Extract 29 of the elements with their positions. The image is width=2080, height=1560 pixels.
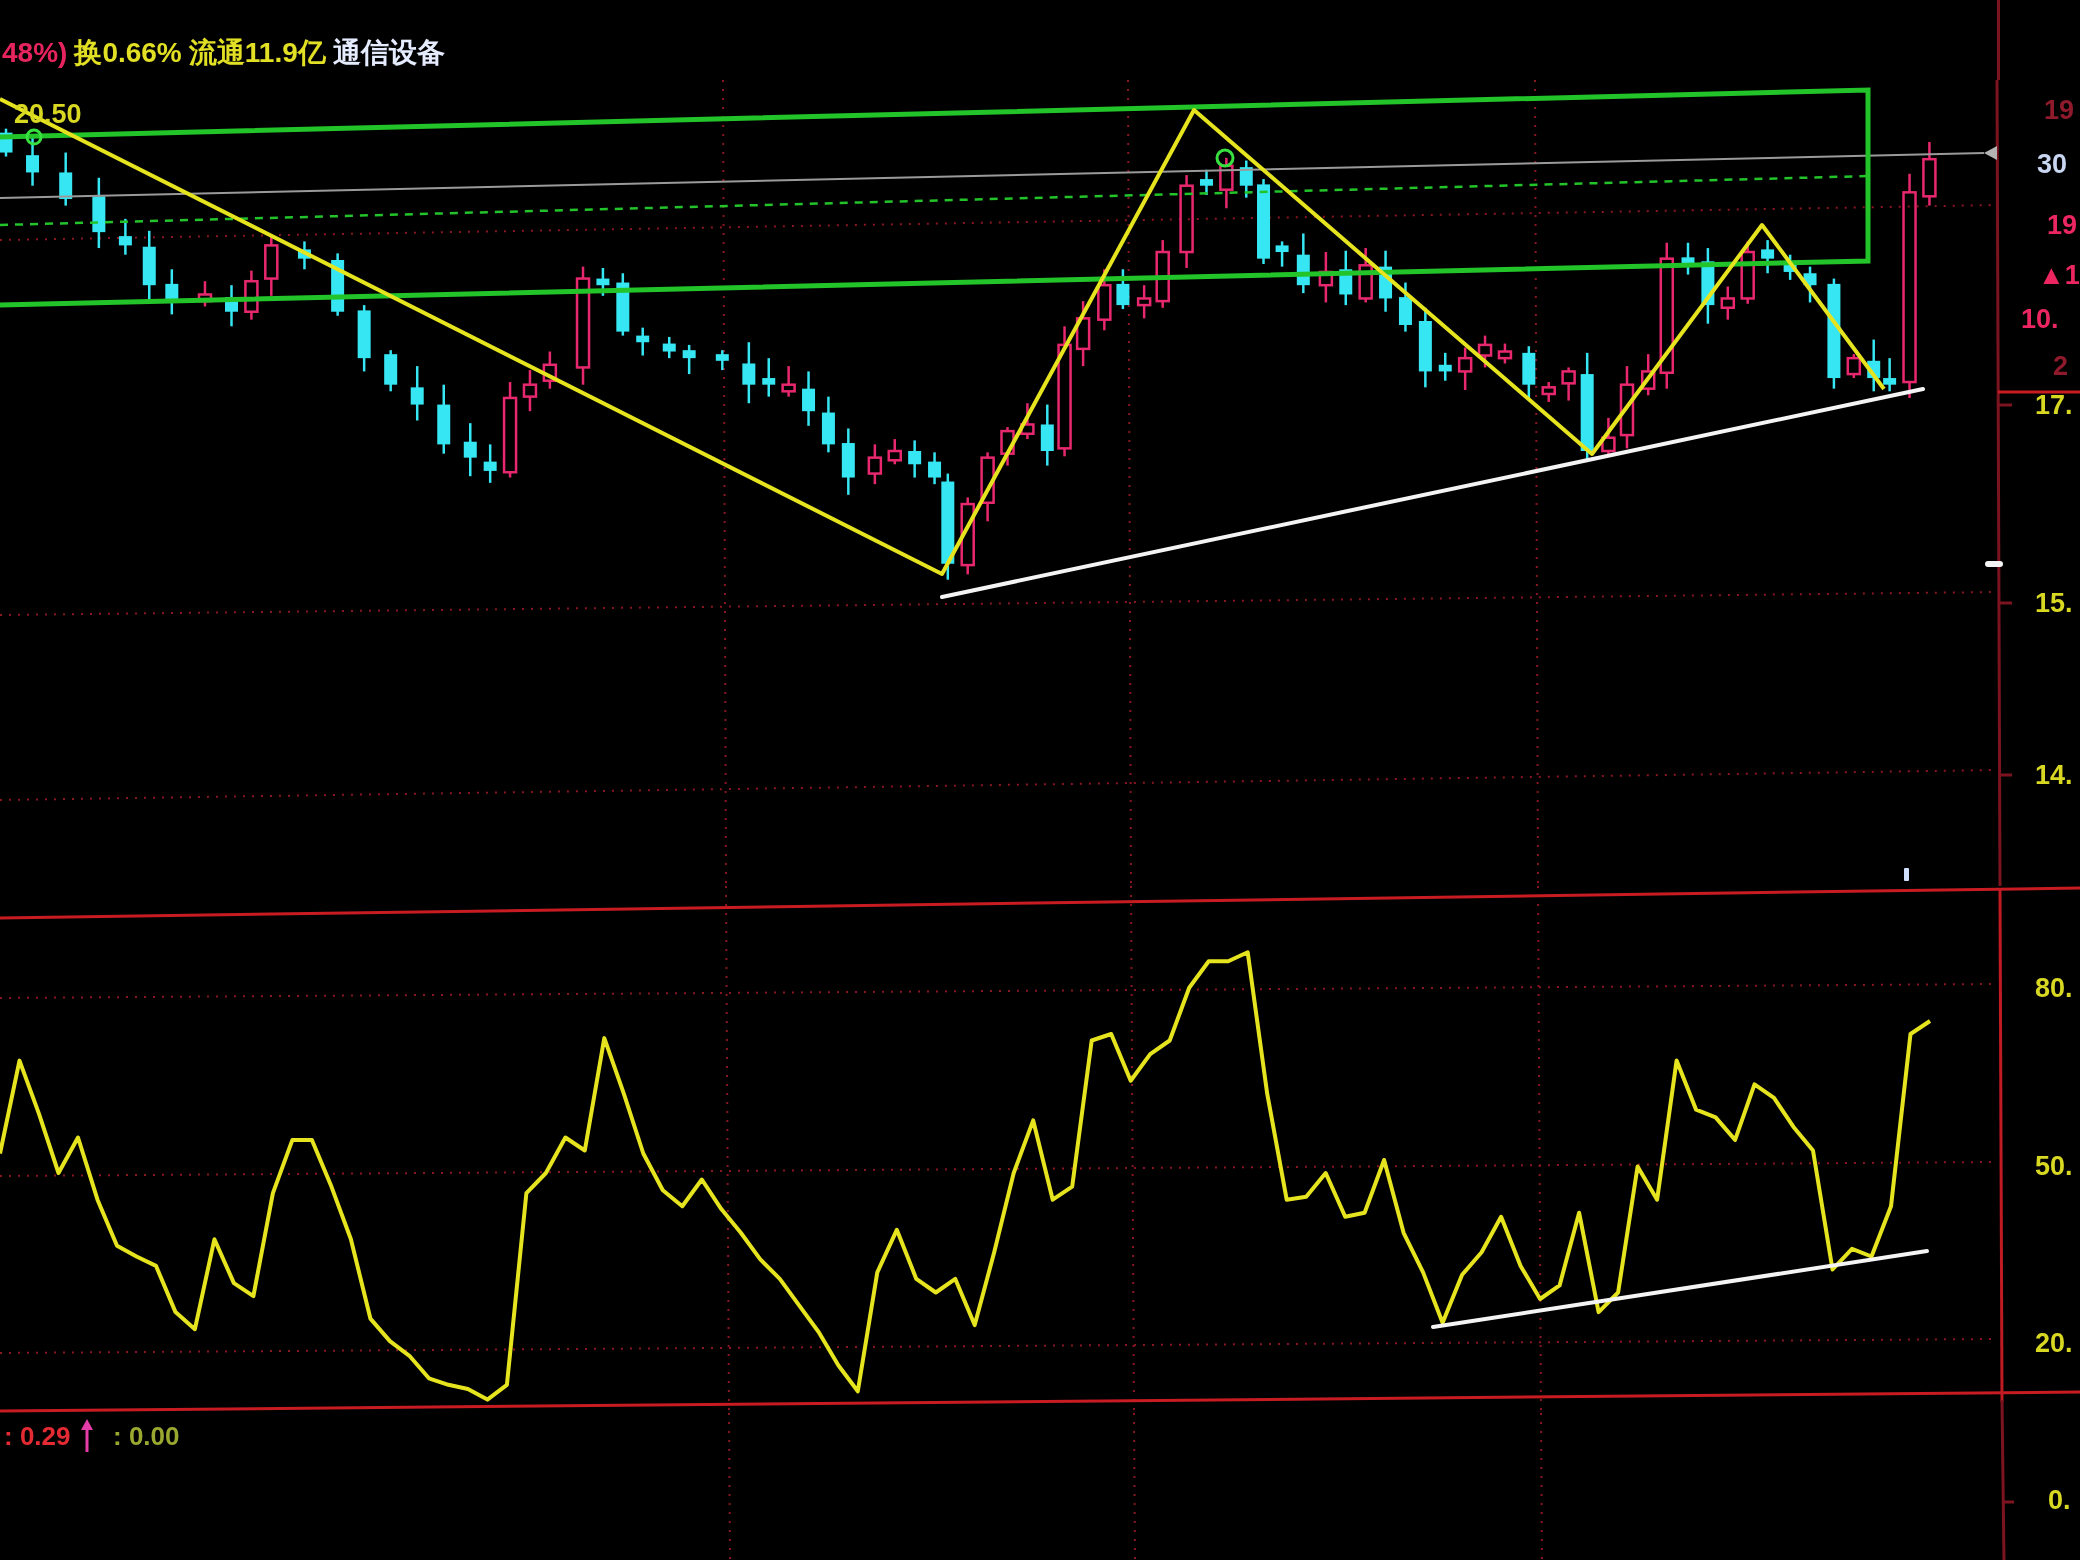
sector-name: 通信设备	[332, 36, 445, 70]
quote-value: ▲1	[2038, 260, 2080, 290]
reading-value: : 0.29	[4, 1421, 71, 1451]
quote-value: 10.	[2021, 304, 2059, 334]
price-axis-label: 14.	[2035, 760, 2073, 790]
axis-tick	[2003, 1500, 2014, 1504]
change-percent: 48%)	[2, 36, 68, 70]
axis-label: 0.	[2048, 1485, 2071, 1515]
ring-marker-icon	[1215, 148, 1235, 168]
axis-tick	[1999, 601, 2012, 605]
stat-value: 换0.66%	[74, 36, 182, 70]
reading-value: : 0.00	[113, 1421, 180, 1451]
indicator-axis-label: 80.	[2035, 973, 2073, 1003]
quote-value: 19	[2047, 210, 2078, 240]
ring-marker-icon	[25, 128, 43, 146]
marker-icon	[1904, 868, 1909, 881]
price-axis-label: 15.	[2035, 588, 2073, 618]
indicator-axis-label: 50.	[2035, 1151, 2073, 1181]
axis-tick	[1999, 773, 2012, 777]
quote-value: 2	[2053, 351, 2069, 381]
indicator-axis-label: 20.	[2035, 1328, 2073, 1358]
price-pointer-icon	[1984, 146, 1997, 160]
quote-value: 30	[2037, 149, 2068, 179]
axis-tick	[1999, 403, 2012, 407]
up-arrow-icon	[81, 1419, 93, 1452]
quote-value: 19	[2044, 95, 2075, 125]
level-marker-icon	[1985, 561, 2003, 567]
stat-value: 流通11.9亿	[188, 36, 326, 70]
price-axis-label: 17.	[2035, 390, 2073, 420]
